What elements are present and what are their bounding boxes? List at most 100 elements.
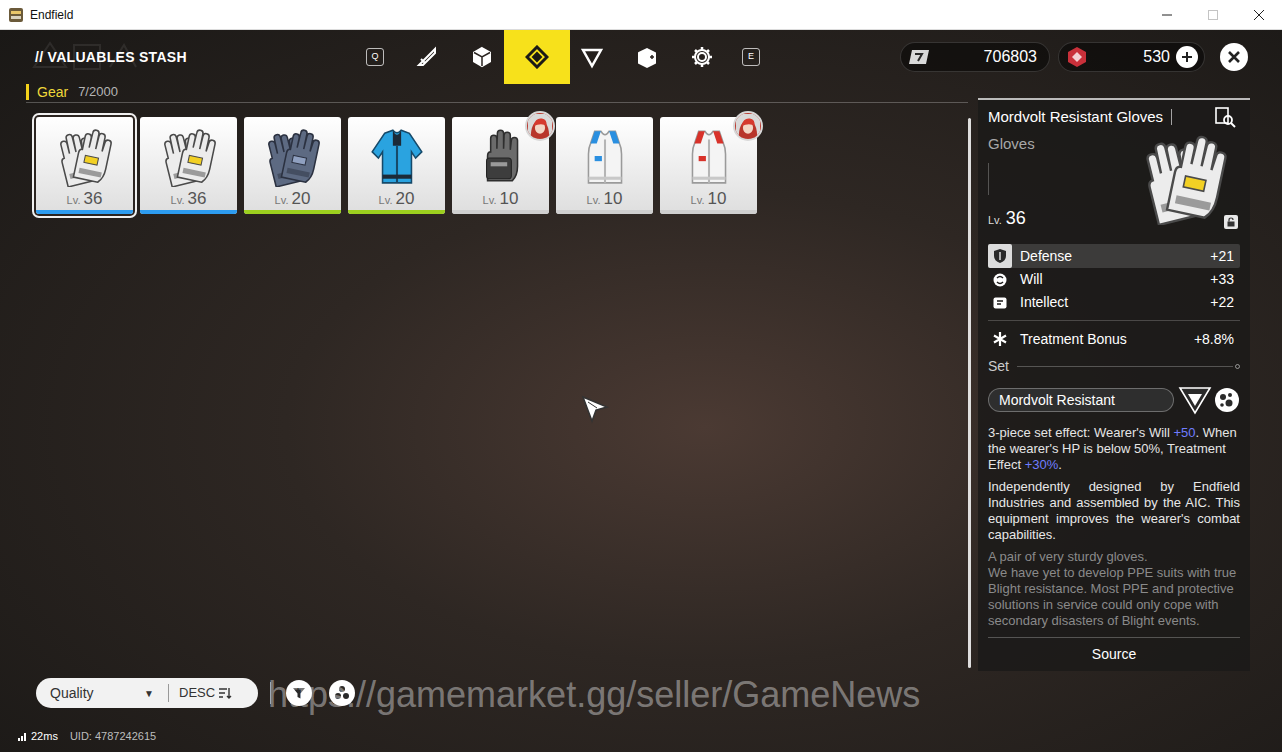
lock-icon[interactable] (1224, 215, 1238, 229)
scrollbar[interactable] (968, 118, 971, 668)
item-card[interactable]: Lv.10 (452, 117, 549, 214)
level-value: 20 (291, 190, 310, 208)
header-title-block: // VALUABLES STASH (0, 30, 366, 84)
category-tab[interactable] (564, 30, 619, 84)
divider (168, 684, 169, 702)
app-logo-icon (8, 7, 24, 23)
item-description: Independently designed by Endfield Indus… (988, 479, 1240, 543)
stat-value: +33 (1210, 269, 1240, 290)
category-count: 7/2000 (78, 82, 118, 102)
sort-order-button[interactable]: DESC (179, 683, 232, 703)
equipped-avatar-icon (629, 111, 659, 141)
item-type: Gloves (988, 133, 1130, 156)
cube-icon (470, 45, 494, 69)
item-card[interactable]: Lv.36 (140, 117, 237, 214)
level-value: 36 (1006, 205, 1026, 232)
source-button[interactable]: Source (988, 644, 1240, 665)
bonus-value: +8.8% (1194, 329, 1240, 350)
stat-row: Defense+21 (988, 244, 1240, 268)
category-tab[interactable] (504, 30, 570, 84)
category-tab[interactable] (454, 30, 509, 84)
level-value: 10 (603, 190, 622, 208)
item-card[interactable]: Lv.36 (36, 117, 133, 214)
add-currency-icon[interactable] (1176, 46, 1198, 68)
set-effect-text: 3-piece set effect: Wearer's Will (988, 425, 1174, 440)
category-tabs (399, 30, 729, 84)
close-window-icon[interactable] (1236, 0, 1282, 30)
stat-row: Will +33 (988, 268, 1240, 291)
title-bar: Endfield (0, 0, 1282, 30)
recycle-icon[interactable] (329, 680, 355, 706)
jacket-icon (348, 117, 445, 190)
close-icon[interactable] (1220, 43, 1248, 71)
maximize-icon[interactable] (1190, 0, 1236, 30)
item-detail-panel: Mordvolt Resistant Gloves Gloves Lv. 36 Defe… (978, 98, 1250, 671)
prev-tab-key[interactable]: Q (366, 48, 384, 66)
sort-dropdown[interactable]: Quality▼DESC (36, 678, 258, 708)
item-grid: Lv.36Lv.36Lv.20Lv.20Lv.10Lv.10Lv.10 (26, 117, 968, 214)
vest-icon (556, 117, 653, 190)
category-tab[interactable] (399, 30, 454, 84)
level-prefix: Lv. (483, 192, 497, 209)
currency-amount: 530 (1089, 45, 1176, 69)
minimize-icon[interactable] (1144, 0, 1190, 30)
level-value: 36 (187, 190, 206, 208)
detail-level: Lv. 36 (988, 205, 1130, 232)
next-tab-key[interactable]: E (742, 48, 760, 66)
level-prefix: Lv. (275, 192, 289, 209)
sort-direction-icon (218, 686, 232, 700)
category-tab[interactable] (619, 30, 674, 84)
stash-screen: // VALUABLES STASHQE706803530Gear7/2000L… (0, 30, 1282, 752)
gloves-icon (36, 117, 133, 190)
stash-header: // VALUABLES STASHQE706803530 (0, 30, 1282, 84)
level-value: 20 (395, 190, 414, 208)
category-tab[interactable] (674, 30, 729, 84)
set-label: Set (988, 356, 1009, 377)
inspect-icon[interactable] (1214, 106, 1236, 128)
sort-toolbar: Quality▼DESC (26, 677, 968, 709)
item-card[interactable]: Lv.10 (556, 117, 653, 214)
treatment-icon (988, 327, 1012, 351)
set-row: Mordvolt Resistant (988, 385, 1240, 415)
item-name: Mordvolt Resistant Gloves (988, 106, 1163, 129)
shard-icon (580, 45, 604, 69)
rarity-bar (36, 210, 133, 214)
rarity-bar (452, 210, 549, 214)
item-card[interactable]: Lv.20 (244, 117, 341, 214)
divider-end (1235, 364, 1240, 369)
item-card[interactable]: Lv.10 (660, 117, 757, 214)
mitts-icon (244, 117, 341, 190)
cog-icon (690, 45, 714, 69)
stat-list: Defense+21Will+33Intellect+22 (988, 244, 1240, 314)
set-name: Mordvolt Resistant (999, 390, 1115, 411)
category-label: Gear (37, 82, 68, 103)
rarity-bar (556, 210, 653, 214)
divider (988, 320, 1240, 321)
item-card[interactable]: Lv.20 (348, 117, 445, 214)
filter-icon[interactable] (286, 680, 312, 706)
level-prefix: Lv. (379, 192, 393, 209)
item-level: Lv.20 (348, 190, 445, 210)
level-value: 36 (83, 190, 102, 208)
set-effect-text: +50 (1174, 425, 1196, 440)
equipped-avatar-icon (421, 111, 451, 141)
inventory-column: Gear7/2000Lv.36Lv.36Lv.20Lv.20Lv.10Lv.10… (0, 84, 968, 752)
item-flavor: A pair of very sturdy gloves.We have yet… (988, 549, 1240, 629)
item-level: Lv.10 (556, 190, 653, 210)
level-prefix: Lv. (67, 192, 81, 209)
dropdown-arrow: ▼ (144, 686, 156, 701)
bonus-label: Treatment Bonus (1020, 329, 1127, 350)
signal-icon (18, 731, 28, 741)
detail-summary: Gloves Lv. 36 (988, 129, 1240, 233)
level-prefix: Lv. (988, 212, 1002, 229)
rarity-bar (348, 210, 445, 214)
stat-label: Will (1020, 269, 1043, 290)
category-accent (26, 84, 29, 100)
gloves-icon (140, 117, 237, 190)
divider (270, 682, 271, 704)
detail-name-row: Mordvolt Resistant Gloves (988, 106, 1240, 129)
item-level: Lv.36 (36, 190, 133, 210)
divider (988, 163, 989, 195)
will-icon (988, 268, 1012, 291)
equipped-avatar-icon (213, 111, 243, 141)
